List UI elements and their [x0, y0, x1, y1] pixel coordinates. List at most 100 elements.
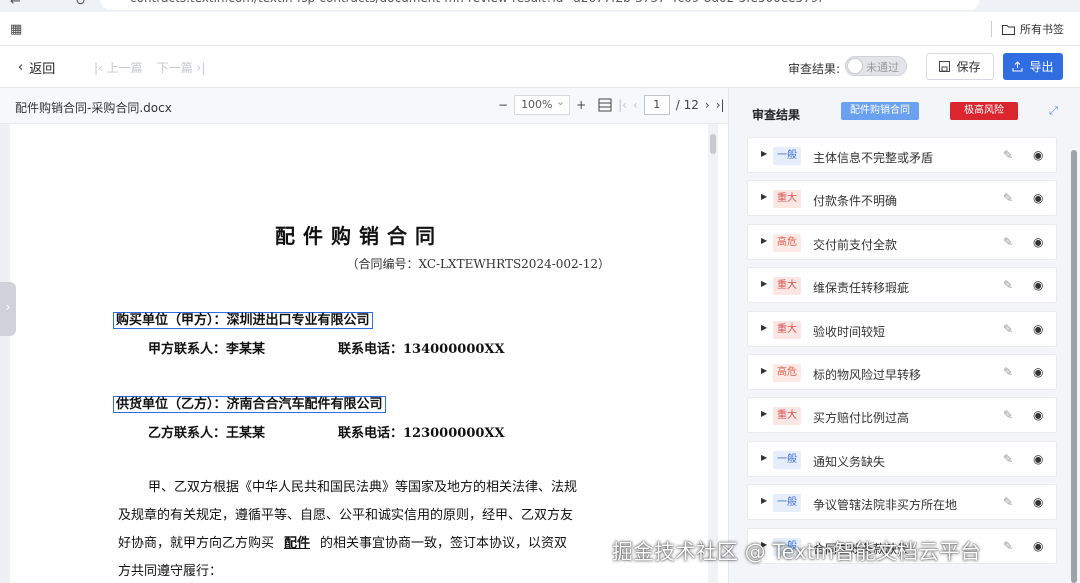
- edit-icon[interactable]: ✎: [1003, 365, 1013, 379]
- bookmarks-divider: [991, 21, 992, 37]
- zoom-out-icon[interactable]: −: [498, 98, 508, 112]
- document-page: 配件购销合同 （合同编号：XC-LXTEWHRTS2024-002-12） 购买…: [10, 124, 708, 583]
- back-arrow-icon[interactable]: ←: [10, 0, 21, 9]
- caret-right-icon[interactable]: ▶: [761, 192, 767, 201]
- export-button[interactable]: 导出: [1003, 53, 1063, 80]
- app-toolbar: ‹ 返回 |‹ 上一篇 下一篇 ›| 审查结果: 未通过 保存 导出: [0, 46, 1080, 88]
- last-page-button[interactable]: ›|: [716, 98, 725, 112]
- risk-item-title: 维保责任转移瑕疵: [813, 281, 910, 296]
- next-document-label: 下一篇: [156, 61, 193, 75]
- caret-right-icon[interactable]: ▶: [761, 279, 767, 288]
- edit-icon[interactable]: ✎: [1003, 322, 1013, 336]
- caret-right-icon[interactable]: ▶: [761, 149, 767, 158]
- prev-page-button[interactable]: ‹: [633, 98, 638, 112]
- url-field[interactable]: contracts.textin.com/textin-fsp-contract…: [100, 0, 980, 10]
- risk-item[interactable]: ▶ 一般 争议管辖法院非买方所在地 ✎ ◉: [747, 484, 1057, 521]
- risk-level-badge: 重大: [773, 190, 801, 209]
- risk-item[interactable]: ▶ 高危 交付前支付全款 ✎ ◉: [747, 223, 1057, 260]
- document-viewer[interactable]: 配件购销合同 （合同编号：XC-LXTEWHRTS2024-002-12） 购买…: [0, 124, 718, 583]
- hide-eye-icon[interactable]: ◉: [1033, 495, 1043, 509]
- edit-icon[interactable]: ✎: [1003, 235, 1013, 249]
- risk-item-title: 验收时间较短: [813, 324, 886, 339]
- hide-eye-icon[interactable]: ◉: [1033, 408, 1043, 422]
- hide-eye-icon[interactable]: ◉: [1033, 539, 1043, 553]
- edit-icon[interactable]: ✎: [1003, 408, 1013, 422]
- hide-eye-icon[interactable]: ◉: [1033, 235, 1043, 249]
- document-header: 配件购销合同-采购合同.docx − 100% + |‹ ‹ 1 / 12 › …: [0, 88, 728, 124]
- prev-document-button[interactable]: |‹ 上一篇: [94, 59, 143, 76]
- edit-icon[interactable]: ✎: [1003, 539, 1013, 553]
- supplier-contact: 乙方联系人：王某某: [148, 426, 266, 441]
- next-document-button[interactable]: 下一篇 ›|: [157, 59, 206, 76]
- browser-address-bar: ← ↻ contracts.textin.com/textin-fsp-cont…: [0, 0, 1080, 12]
- risk-level-badge: 一般: [773, 147, 801, 165]
- review-panel-scrollbar[interactable]: [1071, 150, 1077, 583]
- page-layout-icon[interactable]: [598, 98, 612, 112]
- apps-grid-icon[interactable]: ▦: [10, 22, 22, 37]
- document-pager: |‹ 上一篇 下一篇 ›|: [94, 59, 205, 76]
- document-controls: − 100% + |‹ ‹ 1 / 12 › ›|: [498, 95, 725, 115]
- first-page-button[interactable]: |‹: [618, 98, 627, 112]
- hide-eye-icon[interactable]: ◉: [1033, 191, 1043, 205]
- risk-level-badge: 一般: [773, 494, 801, 513]
- supplier-line[interactable]: 供货单位（乙方）：济南合合汽车配件有限公司: [113, 393, 386, 413]
- caret-right-icon[interactable]: ▶: [761, 323, 767, 332]
- risk-item[interactable]: ▶ 高危 标的物风险过早转移 ✎ ◉: [747, 353, 1057, 390]
- paragraph-line-2: 及规章的有关规定，遵循平等、自愿、公平和诚实信用的原则，经甲、乙双方友: [118, 508, 574, 523]
- hide-eye-icon[interactable]: ◉: [1033, 278, 1043, 292]
- edit-icon[interactable]: ✎: [1003, 148, 1013, 162]
- caret-right-icon[interactable]: ▶: [761, 496, 767, 505]
- total-pages: / 12: [675, 98, 699, 112]
- caret-right-icon[interactable]: ▶: [761, 409, 767, 418]
- reload-icon[interactable]: ↻: [75, 0, 86, 9]
- edit-icon[interactable]: ✎: [1003, 452, 1013, 466]
- caret-right-icon[interactable]: ▶: [761, 366, 767, 375]
- risk-item[interactable]: ▶ 重大 付款条件不明确 ✎ ◉: [747, 180, 1057, 217]
- edit-icon[interactable]: ✎: [1003, 278, 1013, 292]
- export-label: 导出: [1029, 60, 1054, 74]
- risk-level-badge: 重大: [773, 320, 801, 339]
- zoom-in-icon[interactable]: +: [576, 98, 586, 112]
- first-page-icon: |‹: [94, 61, 103, 75]
- all-bookmarks-button[interactable]: 所有书签: [1002, 21, 1064, 37]
- risk-item[interactable]: ▶ 重大 维保责任转移瑕疵 ✎ ◉: [747, 267, 1057, 304]
- hide-eye-icon[interactable]: ◉: [1033, 322, 1043, 336]
- back-label: 返回: [29, 62, 56, 77]
- review-panel-title: 审查结果: [752, 108, 801, 122]
- caret-right-icon[interactable]: ▶: [761, 236, 767, 245]
- back-button[interactable]: ‹ 返回: [18, 58, 55, 77]
- review-panel-header: 审查结果 配件购销合同 极高风险 ⤢: [729, 88, 1080, 134]
- risk-level-badge: 一般: [773, 450, 801, 469]
- hide-eye-icon[interactable]: ◉: [1033, 148, 1043, 162]
- save-label: 保存: [956, 60, 981, 74]
- hide-eye-icon[interactable]: ◉: [1033, 452, 1043, 466]
- risk-item-title: 通知义务缺失: [813, 454, 886, 469]
- risk-item[interactable]: ▶ 重大 买方赔付比例过高 ✎ ◉: [747, 397, 1057, 434]
- save-button[interactable]: 保存: [926, 53, 994, 80]
- risk-item[interactable]: ▶ 一般 通知义务缺失 ✎ ◉: [747, 440, 1057, 477]
- hide-eye-icon[interactable]: ◉: [1033, 365, 1043, 379]
- zoom-select[interactable]: 100%: [514, 95, 571, 115]
- buyer-line[interactable]: 购买单位（甲方）：深圳进出口专业有限公司: [113, 309, 373, 329]
- export-icon: [1012, 61, 1023, 72]
- document-scroll-thumb[interactable]: [710, 134, 716, 154]
- page-number-input[interactable]: 1: [643, 95, 670, 115]
- expand-icon[interactable]: ⤢: [1049, 104, 1058, 118]
- risk-level-badge: 重大: [773, 407, 801, 426]
- side-expand-tab[interactable]: ›: [0, 282, 16, 336]
- risk-level-badge: 高危: [773, 233, 801, 252]
- chevron-left-icon: ‹: [18, 60, 24, 75]
- risk-level-badge: 高危: [773, 363, 801, 382]
- document-scrollbar[interactable]: [708, 124, 718, 583]
- risk-item[interactable]: ▶ 重大 验收时间较短 ✎ ◉: [747, 310, 1057, 347]
- risk-item-title: 交付前支付全款: [813, 237, 898, 252]
- buyer-highlight: 购买单位（甲方）：深圳进出口专业有限公司: [113, 312, 373, 329]
- review-status-toggle[interactable]: 未通过: [845, 56, 907, 76]
- folder-icon: [1002, 24, 1015, 35]
- review-panel-scroll-thumb[interactable]: [1071, 150, 1077, 583]
- next-page-button[interactable]: ›: [705, 98, 710, 112]
- caret-right-icon[interactable]: ▶: [761, 453, 767, 462]
- edit-icon[interactable]: ✎: [1003, 191, 1013, 205]
- risk-item[interactable]: ▶ 一般 主体信息不完整或矛盾 ✎ ◉: [747, 137, 1057, 173]
- edit-icon[interactable]: ✎: [1003, 495, 1013, 509]
